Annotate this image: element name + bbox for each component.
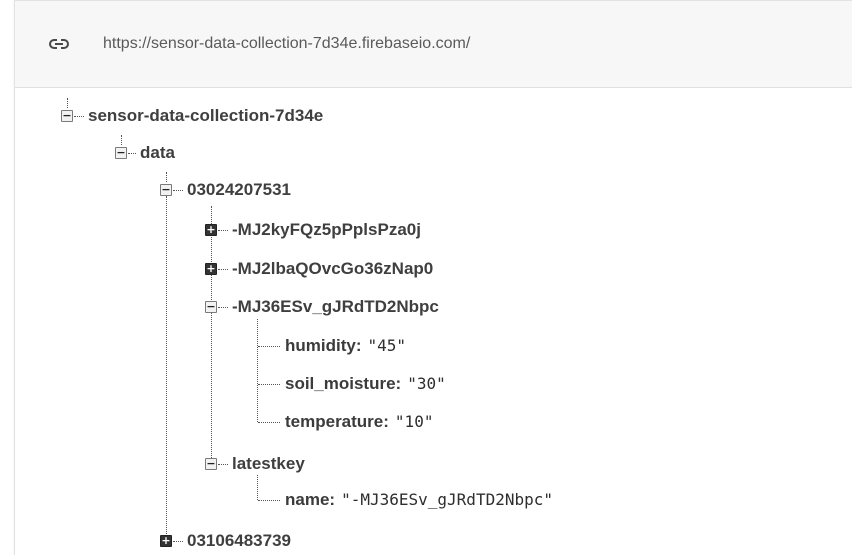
node-key: 03106483739 — [187, 531, 292, 550]
leaf-value: "30" — [407, 374, 446, 393]
tree-leaf-temperature[interactable]: temperature: "10" — [285, 410, 433, 434]
tree-node-device[interactable]: 03106483739 — [187, 529, 291, 553]
tree-guide-line — [121, 135, 122, 145]
node-key: 03024207531 — [187, 180, 292, 199]
leaf-value: "45" — [367, 336, 407, 355]
tree-node-entry[interactable]: -MJ2kyFQz5pPplsPza0j — [232, 218, 421, 242]
tree-connector — [173, 190, 183, 191]
node-key: data — [140, 143, 175, 162]
data-tree: − sensor-data-collection-7d34e − data − … — [0, 0, 852, 554]
leaf-key: name: — [285, 490, 336, 509]
tree-connector — [218, 230, 228, 231]
tree-connector — [128, 153, 136, 154]
tree-node-entry[interactable]: -MJ2lbaQOvcGo36zNap0 — [232, 257, 433, 281]
tree-leaf-name[interactable]: name: "-MJ36ESv_gJRdTD2Nbpc" — [285, 488, 553, 512]
tree-guide-line — [257, 475, 258, 500]
expand-icon[interactable]: + — [205, 224, 217, 236]
collapse-icon[interactable]: − — [61, 110, 73, 122]
leaf-key: temperature: — [285, 412, 389, 431]
tree-connector — [218, 464, 228, 465]
collapse-icon[interactable]: − — [205, 458, 217, 470]
expand-icon[interactable]: + — [160, 535, 172, 547]
collapse-icon[interactable]: − — [115, 147, 127, 159]
tree-guide-line — [67, 98, 68, 108]
node-key: sensor-data-collection-7d34e — [88, 106, 324, 125]
tree-node-latestkey[interactable]: latestkey — [232, 452, 305, 476]
tree-guide-line — [166, 172, 167, 182]
collapse-icon[interactable]: − — [160, 184, 172, 196]
node-key: -MJ2kyFQz5pPplsPza0j — [232, 220, 421, 239]
tree-connector — [218, 269, 228, 270]
leaf-key: humidity: — [285, 336, 362, 355]
node-key: latestkey — [232, 454, 305, 473]
leaf-value: "10" — [394, 412, 434, 431]
leaf-key: soil_moisture: — [285, 374, 402, 393]
tree-connector — [258, 500, 280, 501]
tree-guide-line — [257, 319, 258, 422]
tree-guide-line — [166, 196, 167, 540]
tree-connector — [258, 384, 280, 385]
tree-connector — [74, 116, 84, 117]
tree-leaf-soil-moisture[interactable]: soil_moisture: "30" — [285, 372, 446, 396]
tree-connector — [218, 307, 228, 308]
tree-node-root[interactable]: sensor-data-collection-7d34e — [88, 104, 323, 128]
tree-connector — [258, 346, 280, 347]
node-key: -MJ36ESv_gJRdTD2Nbpc — [232, 297, 439, 316]
tree-node-device[interactable]: 03024207531 — [187, 178, 291, 202]
tree-connector — [258, 422, 280, 423]
node-key: -MJ2lbaQOvcGo36zNap0 — [232, 259, 434, 278]
tree-node-data[interactable]: data — [140, 141, 175, 165]
tree-guide-line — [211, 206, 212, 464]
leaf-value: "-MJ36ESv_gJRdTD2Nbpc" — [341, 490, 553, 509]
tree-connector — [173, 541, 183, 542]
tree-node-entry[interactable]: -MJ36ESv_gJRdTD2Nbpc — [232, 295, 439, 319]
tree-leaf-humidity[interactable]: humidity: "45" — [285, 334, 406, 358]
collapse-icon[interactable]: − — [205, 301, 217, 313]
expand-icon[interactable]: + — [205, 263, 217, 275]
